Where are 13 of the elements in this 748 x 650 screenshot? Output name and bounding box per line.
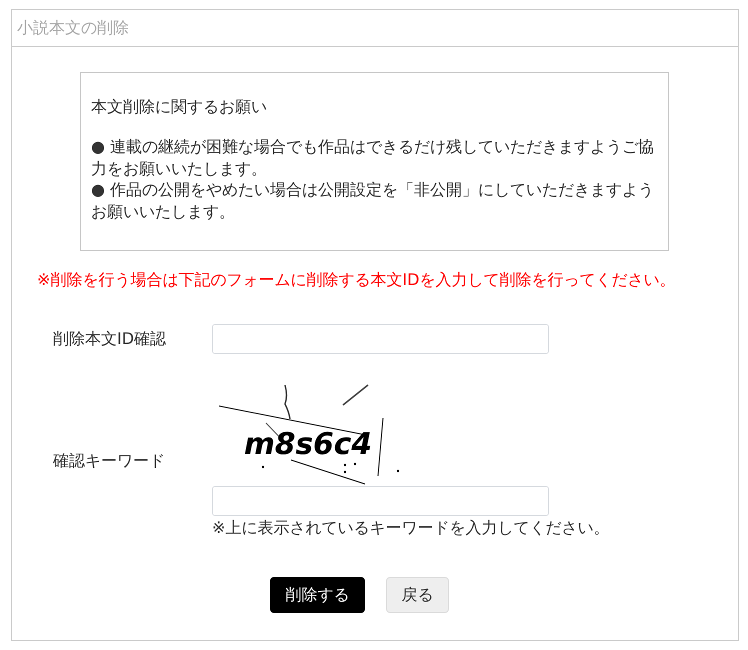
back-button[interactable]: 戻る bbox=[386, 577, 449, 613]
panel-title: 小説本文の削除 bbox=[17, 18, 129, 38]
input-field[interactable] bbox=[212, 324, 549, 354]
field-label: 確認キーワード bbox=[53, 450, 165, 472]
hint-text: ※上に表示されているキーワードを入力してください。 bbox=[212, 517, 610, 539]
notice-heading: 本文削除に関するお願い bbox=[91, 96, 268, 118]
notice-text: ● 作品の公開をやめたい場合は公開設定を「非公開」にしていただきますようお願いいたします。 bbox=[91, 179, 656, 222]
notice-text: ● 連載の継続が困難な場合でも作品はできるだけ残していただきますようご協力をお願いいたします。 bbox=[91, 136, 656, 179]
warning-text: ※削除を行う場合は下記のフォームに削除する本文IDを入力して削除を行ってください。 bbox=[37, 269, 676, 291]
delete-button[interactable]: 削除する bbox=[270, 577, 365, 613]
input-field[interactable] bbox=[212, 486, 549, 516]
field-label: 削除本文ID確認 bbox=[53, 328, 166, 350]
captcha-text: m8s6c4 bbox=[244, 427, 374, 462]
